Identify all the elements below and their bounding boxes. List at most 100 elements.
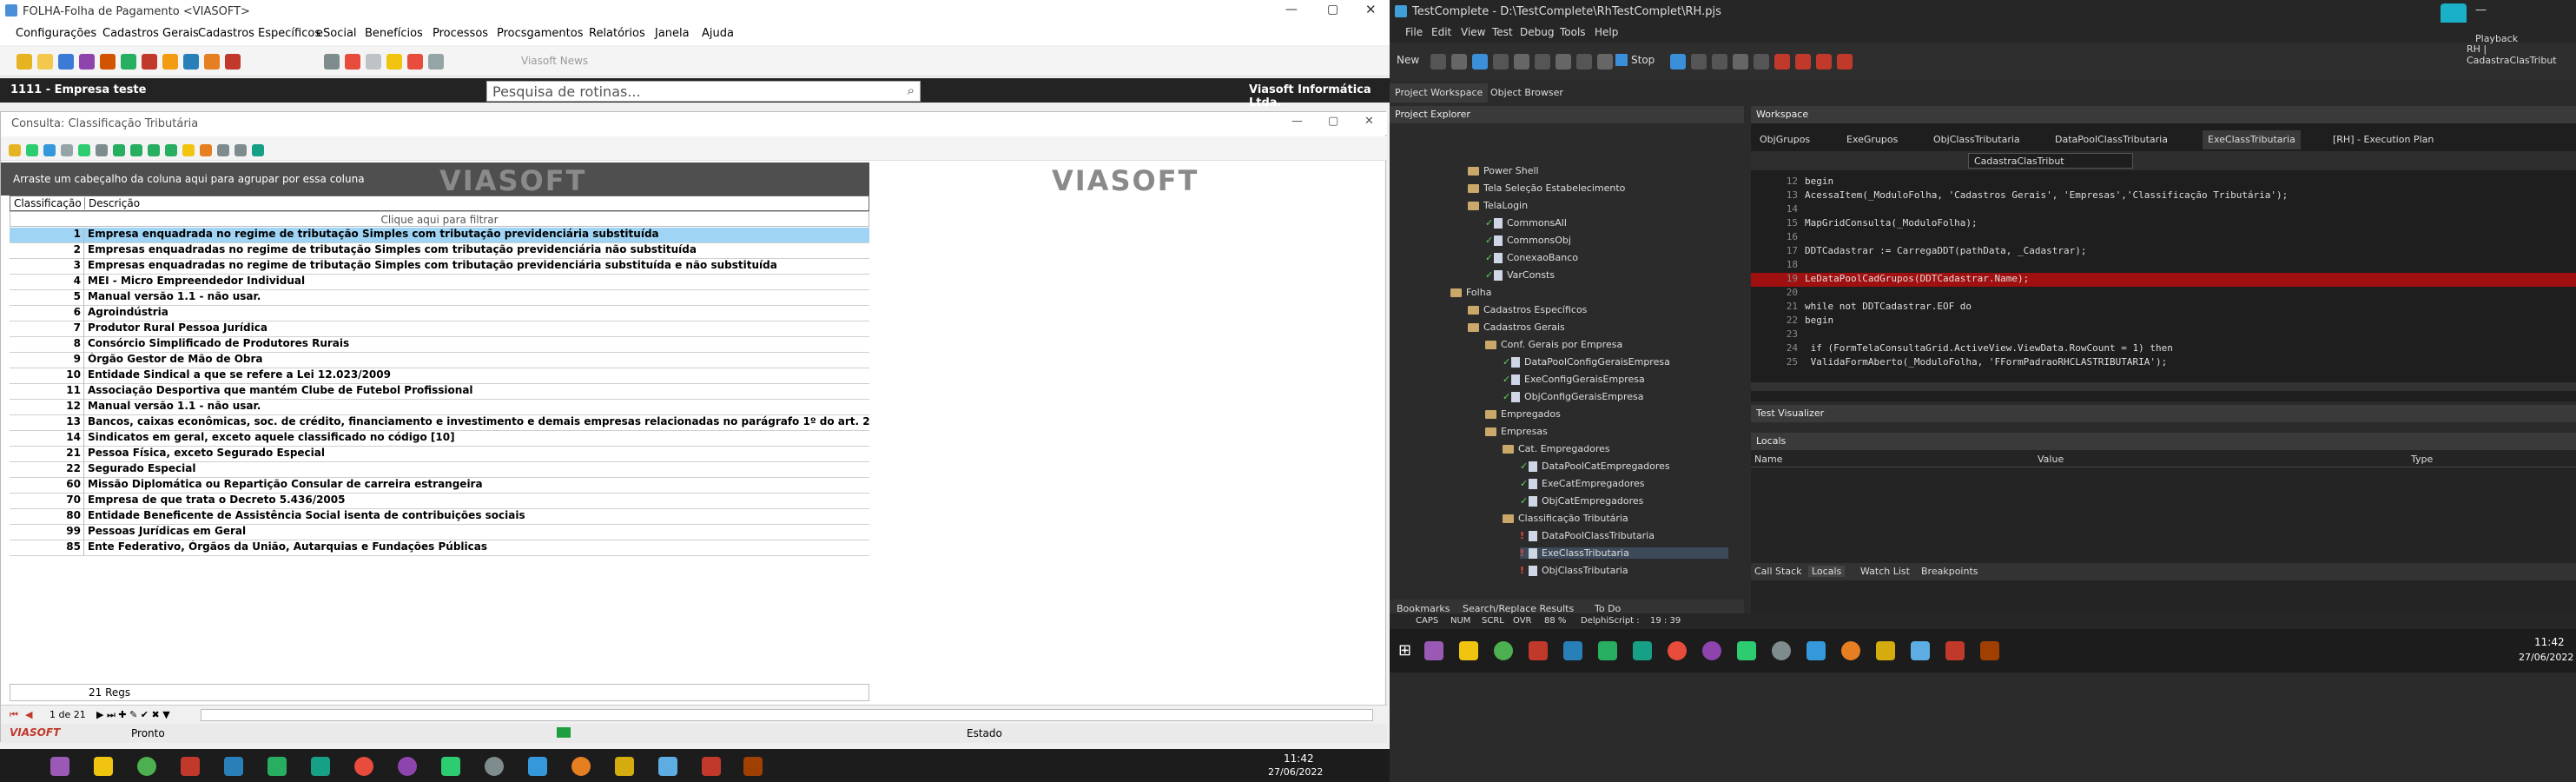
table-row[interactable]: 13 Bancos, caixas econômicas, soc. de cré… [10, 415, 869, 431]
tree-item[interactable]: ✓ DataPoolConfigGeraisEmpresa [1503, 356, 1670, 368]
table-row[interactable]: 99 Pessoas Jurídicas em Geral [10, 525, 869, 540]
taskbar-app-icon[interactable] [1424, 641, 1443, 660]
tree-item[interactable]: Empregados [1485, 408, 1561, 420]
tree-item[interactable]: Cadastros Gerais [1468, 321, 1565, 333]
nav-first-icon[interactable]: ⏮ [10, 709, 18, 721]
code-line-breakpoint[interactable]: 19 LeDataPoolCadGrupos(DDTCadastrar.Name)… [1751, 273, 2576, 287]
tab-call-stack[interactable]: Call Stack [1754, 566, 1801, 577]
tree-item[interactable]: Power Shell [1468, 165, 1539, 176]
taskbar-tool2-icon[interactable] [1598, 641, 1617, 660]
editor-tab-active[interactable]: ExeClassTributaria [2203, 130, 2301, 149]
table-row[interactable]: 5 Manual versão 1.1 - não usar. [10, 290, 869, 306]
toolbar-icons[interactable] [14, 52, 243, 70]
table-row[interactable]: 9 Órgão Gestor de Mão de Obra [10, 353, 869, 368]
menu-beneficios[interactable]: Benefícios [365, 27, 423, 40]
tab-breakpoints[interactable]: Breakpoints [1921, 566, 1978, 577]
taskbar-doc-icon[interactable] [441, 757, 460, 776]
taskbar-testcomplete-icon[interactable] [1633, 641, 1652, 660]
taskbar-active-icon[interactable] [743, 757, 763, 776]
group-panel[interactable]: Arraste um cabeçalho da coluna aqui para… [1, 162, 1197, 197]
editor-tab[interactable]: ObjGrupos [1754, 130, 1815, 149]
code-line[interactable]: 21 while not DDTCadastrar.EOF do [1751, 301, 2576, 315]
taskbar-tool5-icon[interactable] [1807, 641, 1826, 660]
table-row[interactable]: 2 Empresas enquadradas no regime de tribu… [10, 243, 869, 259]
tree-item[interactable]: ✓ ObjConfigGeraisEmpresa [1503, 391, 1644, 402]
table-row[interactable]: 11 Associação Desportiva que mantém Clube… [10, 384, 869, 400]
tree-item[interactable]: ! ObjClassTributaria [1520, 565, 1628, 576]
horizontal-scrollbar[interactable] [201, 709, 1373, 721]
windows-start-icon[interactable]: ⊞ [1398, 641, 1411, 659]
child-toolbar-icons[interactable] [6, 141, 267, 157]
taskbar-tool4-icon[interactable] [1772, 641, 1791, 660]
code-line[interactable]: 18 [1751, 259, 2576, 273]
menu-cadastros-especificos[interactable]: Cadastros Específicos [198, 27, 320, 40]
tree-item[interactable]: ! DataPoolClassTributaria [1520, 530, 1655, 541]
code-line[interactable]: 22 begin [1751, 315, 2576, 328]
menu-processos[interactable]: Processos [433, 27, 488, 40]
table-row[interactable]: 80 Entidade Beneficente de Assistência So… [10, 509, 869, 525]
taskbar-tool6-icon[interactable] [658, 757, 677, 776]
code-line[interactable]: 12 begin [1751, 176, 2576, 189]
nav-prev-icon[interactable]: ◀ [25, 709, 32, 720]
tree-item[interactable]: Empresas [1485, 426, 1548, 437]
table-row[interactable]: 12 Manual versão 1.1 - não usar. [10, 400, 869, 415]
tc-menu-debug[interactable]: Debug [1520, 26, 1554, 38]
tc-menu-help[interactable]: Help [1595, 26, 1618, 38]
tc-stop-button[interactable]: Stop [1631, 54, 1655, 66]
table-row[interactable]: 3 Empresas enquadradas no regime de tribu… [10, 259, 869, 275]
taskbar-app-icon[interactable] [50, 757, 69, 776]
taskbar-testcomplete-icon[interactable] [311, 757, 330, 776]
locals-col-value[interactable]: Value [2038, 454, 2064, 465]
menu-janela[interactable]: Janela [655, 27, 690, 40]
tree-item[interactable]: TelaLogin [1468, 200, 1528, 211]
tc-new-button[interactable]: New [1397, 54, 1419, 66]
tree-item[interactable]: Classificação Tributária [1503, 513, 1628, 524]
tree-item-selected[interactable]: ! ExeClassTributaria [1520, 547, 1728, 559]
tree-item[interactable]: ✓ ObjCatEmpregadores [1520, 495, 1643, 507]
code-line[interactable]: 14 [1751, 203, 2576, 217]
taskbar-tool2-icon[interactable] [268, 757, 287, 776]
menu-cadastros-gerais[interactable]: Cadastros Gerais [102, 27, 199, 40]
tree-item[interactable]: ✓ CommonsAll [1485, 217, 1567, 229]
tree-item[interactable]: Tela Seleção Estabelecimento [1468, 182, 1625, 194]
code-line[interactable]: 23 [1751, 328, 2576, 342]
tree-item[interactable]: Conf. Gerais por Empresa [1485, 339, 1622, 350]
tree-item[interactable]: Cadastros Específicos [1468, 304, 1587, 315]
taskbar-tool3-icon[interactable] [1668, 641, 1687, 660]
table-row[interactable]: 70 Empresa de que trata o Decreto 5.436/2… [10, 494, 869, 509]
menu-ajuda[interactable]: Ajuda [702, 27, 734, 40]
column-descricao[interactable]: Descrição [89, 197, 436, 209]
table-row[interactable]: 14 Sindicatos em geral, exceto aquele cla… [10, 431, 869, 447]
menu-esocial[interactable]: eSocial [316, 27, 357, 40]
tc-toolbar-icons[interactable] [1428, 52, 1615, 70]
menu-configuracoes[interactable]: Configurações [16, 27, 96, 40]
editor-tab[interactable]: ObjClassTributaria [1928, 130, 2025, 149]
code-line[interactable]: 15 MapGridConsulta(_ModuloFolha); [1751, 217, 2576, 231]
taskbar-github-icon[interactable] [398, 757, 417, 776]
tree-item[interactable]: ✓ DataPoolCatEmpregadores [1520, 461, 1670, 472]
table-row[interactable]: 1 Empresa enquadrada no regime de tributa… [10, 228, 869, 243]
tree-item[interactable]: ✓ ConexaoBanco [1485, 252, 1578, 263]
child-restore-icon[interactable]: ▢ [1328, 115, 1338, 128]
tab-locals[interactable]: Locals [1808, 566, 1846, 577]
table-row[interactable]: 85 Ente Federativo, Órgãos da União, Auta… [10, 540, 869, 556]
tab-object-browser[interactable]: Object Browser [1485, 83, 1569, 103]
toolbar-icons-2[interactable] [321, 52, 446, 70]
tc-menu-file[interactable]: File [1405, 26, 1423, 38]
code-line[interactable]: 16 [1751, 231, 2576, 245]
child-close-icon[interactable]: ✕ [1364, 115, 1374, 128]
search-input[interactable]: Pesquisa de rotinas... ⌕ [486, 81, 921, 102]
column-classificacao[interactable]: Classificação T [10, 197, 85, 209]
tab-project-workspace[interactable]: Project Workspace [1390, 83, 1489, 103]
table-row[interactable]: 8 Consórcio Simplificado de Produtores Ru… [10, 337, 869, 353]
search-icon[interactable]: ⌕ [908, 83, 915, 98]
taskbar-tool-icon[interactable] [1563, 641, 1582, 660]
tree-item[interactable]: Folha [1450, 287, 1491, 298]
menu-relatorios[interactable]: Relatórios [589, 27, 645, 40]
tree-item[interactable]: ✓ VarConsts [1485, 269, 1555, 281]
filter-row[interactable]: Clique aqui para filtrar [10, 211, 869, 227]
tree-item[interactable]: ✓ CommonsObj [1485, 235, 1571, 246]
maximize-icon[interactable]: ▢ [1327, 3, 1338, 17]
taskbar-firefox-icon[interactable] [1841, 641, 1860, 660]
tab-watch-list[interactable]: Watch List [1860, 566, 1910, 577]
